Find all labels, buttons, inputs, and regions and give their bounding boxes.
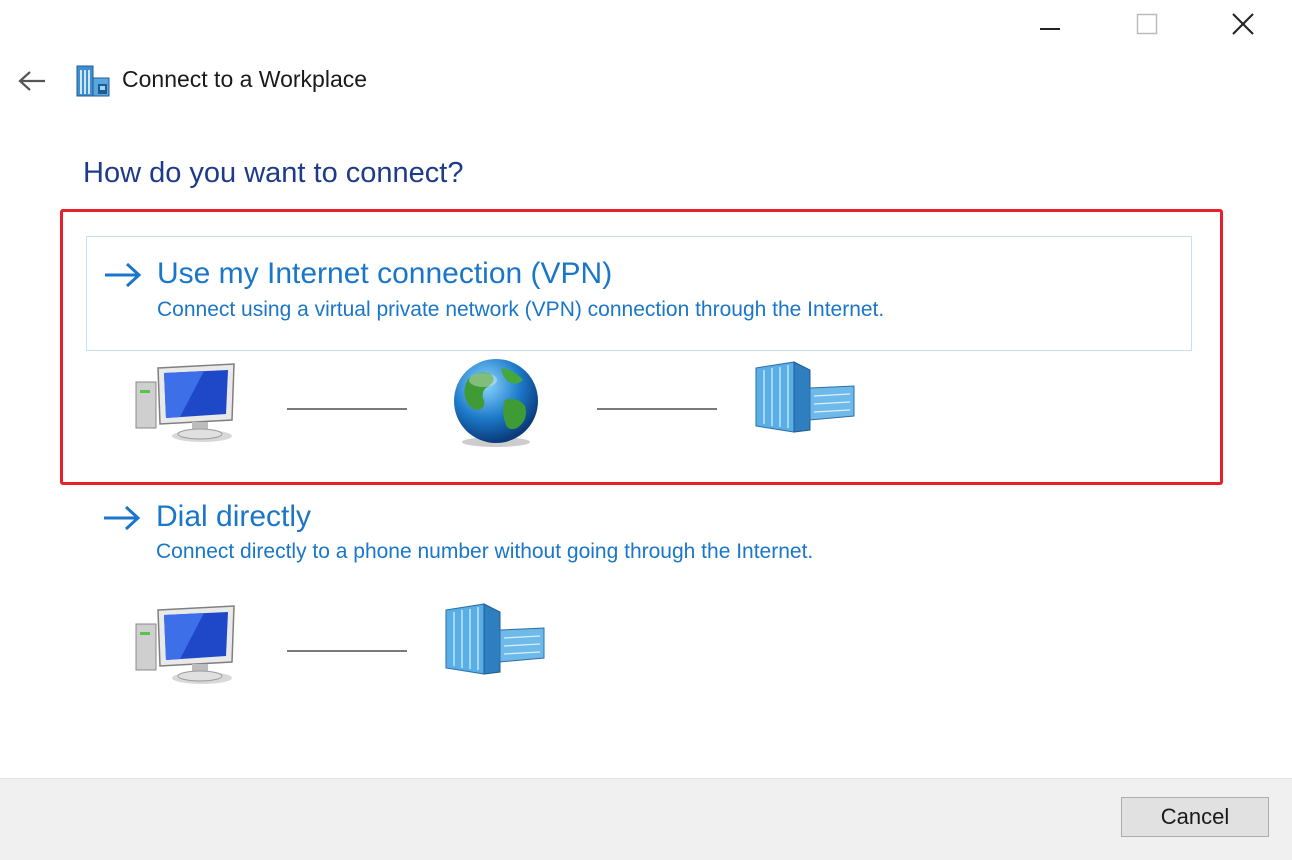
minimize-icon [1040,28,1060,30]
option-vpn[interactable]: Use my Internet connection (VPN) Connect… [86,236,1192,351]
connector-line [597,408,717,410]
window-title: Connect to a Workplace [122,66,368,92]
cancel-button[interactable]: Cancel [1121,797,1269,837]
back-arrow-icon [18,71,45,91]
computer-icon [135,605,235,684]
option-dial-title: Dial directly [156,500,312,533]
close-button[interactable] [1220,6,1266,42]
maximize-icon [1136,13,1158,35]
connector-line [287,650,407,652]
building-icon [445,603,545,675]
footer-bar [0,778,1292,860]
page-heading: How do you want to connect? [83,157,464,189]
close-icon [1232,13,1254,35]
computer-icon [135,363,235,442]
option-dial-description: Connect directly to a phone number witho… [156,540,814,563]
building-icon [755,361,855,433]
back-button[interactable] [12,62,52,100]
option-dial-directly[interactable]: Dial directly Connect directly to a phon… [86,494,1192,609]
right-arrow-icon [104,505,141,531]
minimize-button[interactable] [1027,6,1073,42]
option-vpn-title: Use my Internet connection (VPN) [157,257,613,290]
option-vpn-description: Connect using a virtual private network … [157,298,885,321]
workplace-app-icon [76,64,112,103]
connector-line [287,408,407,410]
maximize-button[interactable] [1124,6,1170,42]
right-arrow-icon [105,262,142,288]
globe-icon [454,359,538,447]
